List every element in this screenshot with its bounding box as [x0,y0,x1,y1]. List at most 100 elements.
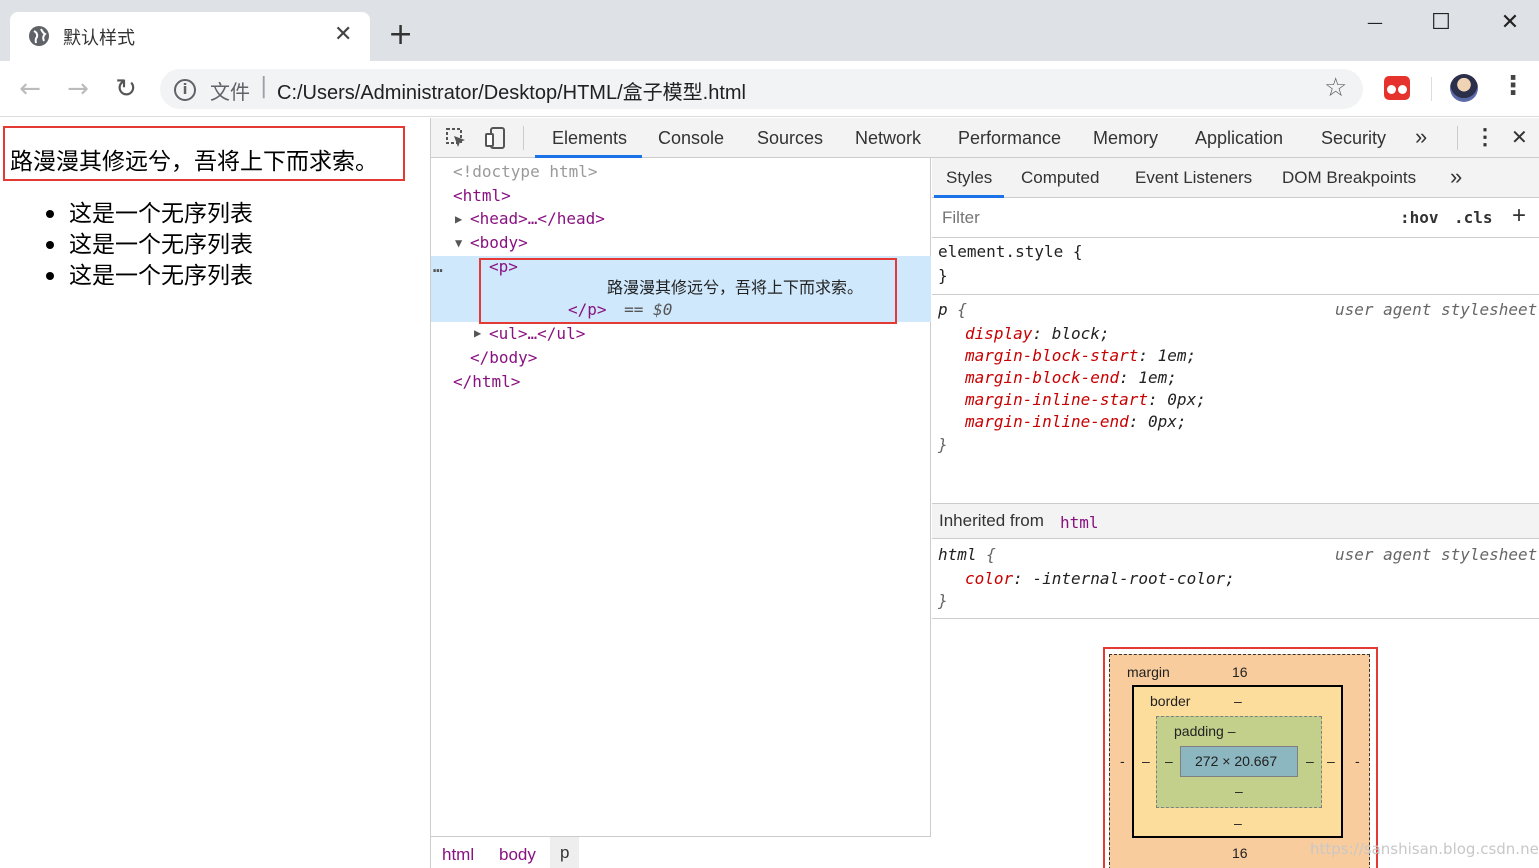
tab-network[interactable]: Network [855,128,921,149]
inherited-from-link[interactable]: html [1060,513,1099,532]
reload-button[interactable]: ↻ [110,73,142,105]
padding-label: padding – [1174,723,1236,739]
watermark: https://sanshisan.blog.csdn.net [1310,840,1539,858]
tab-memory[interactable]: Memory [1093,128,1158,149]
css-declaration[interactable]: margin-inline-start: 0px; [965,390,1206,409]
inherited-label: Inherited from [939,511,1044,530]
devtools-tab-bar: Elements Console Sources Network Perform… [431,118,1539,158]
dom-doctype[interactable]: <!doctype html> [453,161,598,183]
collapse-arrow-icon[interactable]: ▼ [455,232,462,254]
devtools-close-icon[interactable]: ✕ [1511,125,1528,150]
hov-toggle[interactable]: :hov [1400,208,1439,227]
padding-right-value[interactable]: – [1306,753,1314,769]
padding-bottom-value[interactable]: – [1235,783,1243,799]
tab-sources[interactable]: Sources [757,128,823,149]
dom-tree-pane: <!doctype html> <html> ▶ <head>…</head> … [431,158,931,868]
back-button[interactable]: ← [14,73,46,105]
tab-close-icon[interactable]: ✕ [334,22,352,47]
margin-right-value[interactable]: - [1355,753,1360,769]
css-declaration[interactable]: margin-block-end: 1em; [965,368,1177,387]
page-paragraph: 路漫漫其修远兮，吾将上下而求索。 [3,126,405,181]
box-model-content[interactable]: 272 × 20.667 [1180,746,1298,777]
browser-tab[interactable]: 默认样式 ✕ [10,12,370,61]
breadcrumb-html[interactable]: html [442,845,474,865]
minimize-button[interactable]: — [1340,4,1410,40]
cls-toggle[interactable]: .cls [1454,208,1493,227]
expand-arrow-icon[interactable]: ▶ [455,208,462,230]
toolbar-divider [1431,77,1432,101]
margin-top-value[interactable]: 16 [1232,664,1248,680]
tab-console[interactable]: Console [658,128,724,149]
profile-avatar[interactable] [1450,74,1478,102]
css-property: margin-inline-start [965,390,1149,409]
inspect-element-icon[interactable] [445,127,467,149]
p-selector[interactable]: p [938,300,948,319]
css-property: display [965,324,1033,343]
bookmark-star-icon[interactable]: ☆ [1324,73,1347,103]
tab-elements[interactable]: Elements [552,128,627,149]
html-selector[interactable]: html [938,545,977,564]
browser-toolbar: ← → ↻ i 文件 | C:/Users/Administrator/Desk… [0,61,1539,117]
ua-stylesheet-label[interactable]: user agent stylesheet [1335,300,1537,319]
tab-dom-breakpoints[interactable]: DOM Breakpoints [1282,168,1416,188]
tab-performance[interactable]: Performance [958,128,1061,149]
css-property: color [965,569,1014,588]
maximize-button[interactable]: ☐ [1406,4,1476,40]
node-actions-icon[interactable]: … [433,256,443,278]
new-tab-button[interactable]: + [388,18,413,52]
element-style-selector[interactable]: element.style { [938,242,1083,261]
more-tabs-icon[interactable]: » [1415,124,1427,150]
tab-computed[interactable]: Computed [1021,168,1099,188]
dom-ul[interactable]: <ul>…</ul> [489,323,585,345]
dom-body-close[interactable]: </body> [470,347,537,369]
styles-filter-input[interactable] [936,204,1383,232]
address-bar[interactable]: i 文件 | C:/Users/Administrator/Desktop/HT… [160,69,1363,109]
tab-security[interactable]: Security [1321,128,1386,149]
devtools-menu-icon[interactable]: ⋮ [1474,124,1496,150]
browser-menu-icon[interactable]: ⋮ [1500,71,1526,101]
tab-divider [523,126,524,150]
border-right-value[interactable]: – [1327,753,1335,769]
list-item: 这是一个无序列表 [44,198,253,229]
info-icon[interactable]: i [174,79,196,101]
forward-button[interactable]: → [62,73,94,105]
content-size: 272 × 20.667 [1195,753,1278,769]
css-declaration[interactable]: color: -internal-root-color; [965,569,1235,588]
styles-pane: Styles Computed Event Listeners DOM Brea… [932,158,1539,868]
more-tabs-icon[interactable]: » [1450,164,1462,190]
margin-bottom-value[interactable]: 16 [1232,845,1248,861]
css-declaration[interactable]: margin-inline-end: 0px; [965,412,1187,431]
dom-html-close[interactable]: </html> [453,371,520,393]
window-close-button[interactable]: ✕ [1475,4,1539,40]
css-value: 0px; [1167,390,1206,409]
css-value: -internal-root-color; [1032,569,1235,588]
rule-divider [932,294,1539,295]
dom-head[interactable]: <head>…</head> [470,208,605,230]
padding-left-value[interactable]: – [1165,753,1173,769]
css-declaration[interactable]: display: block; [965,324,1110,343]
breadcrumb-p[interactable]: p [550,837,580,868]
tab-styles[interactable]: Styles [946,168,992,188]
device-toolbar-icon[interactable] [485,127,507,149]
extension-icon[interactable] [1384,76,1410,100]
breadcrumb-body[interactable]: body [499,845,536,865]
border-bottom-value[interactable]: – [1234,815,1242,831]
margin-left-value[interactable]: - [1120,753,1125,769]
border-top-value[interactable]: – [1234,693,1242,709]
border-left-value[interactable]: – [1142,753,1150,769]
dom-breadcrumb: html body p [431,836,931,868]
new-rule-icon[interactable]: + [1512,202,1526,230]
globe-icon [29,26,49,46]
dom-html-open[interactable]: <html> [453,185,511,207]
css-property: margin-block-end [965,368,1120,387]
tab-event-listeners[interactable]: Event Listeners [1135,168,1252,188]
url-text[interactable]: C:/Users/Administrator/Desktop/HTML/盒子模型… [277,76,746,105]
tab-application[interactable]: Application [1195,128,1283,149]
css-declaration[interactable]: margin-block-start: 1em; [965,346,1196,365]
ua-stylesheet-label[interactable]: user agent stylesheet [1335,545,1537,564]
expand-arrow-icon[interactable]: ▶ [474,322,481,344]
closing-brace: } [938,435,948,454]
css-value: 0px; [1148,412,1187,431]
dom-body-open[interactable]: <body> [470,232,528,254]
selection-outline [479,258,897,324]
